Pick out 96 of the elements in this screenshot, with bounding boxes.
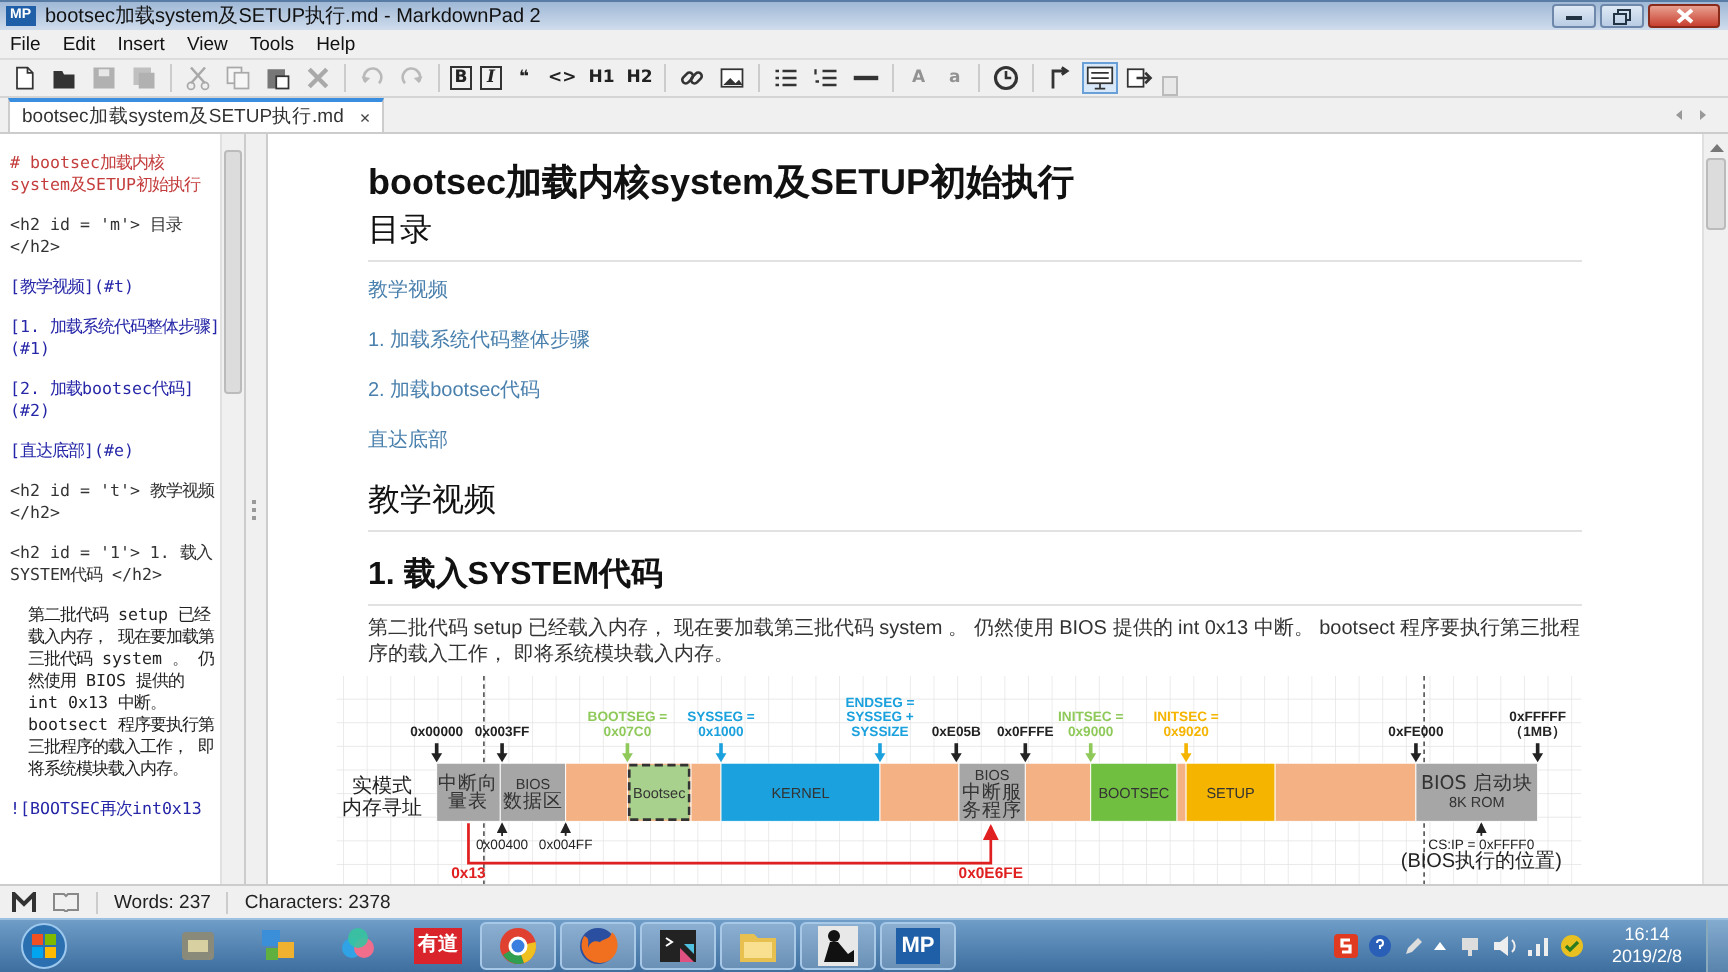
menu-item[interactable]: View	[186, 33, 228, 55]
save-all-icon	[130, 64, 158, 92]
help-icon[interactable]	[1367, 934, 1392, 958]
preview-button[interactable]	[1082, 62, 1119, 94]
row-label: 实模式	[352, 776, 413, 799]
word-count: Words: 237	[96, 891, 211, 913]
memory-segment: Bootsec	[627, 762, 692, 822]
character-count: Characters: 2378	[226, 891, 391, 913]
speaker-icon[interactable]	[1491, 934, 1516, 958]
format-button[interactable]: B	[450, 66, 472, 90]
restore-button[interactable]	[1600, 4, 1644, 28]
clock-time: 16:14	[1624, 924, 1670, 946]
markdown-line: 第二批代码 setup 已经载入内存， 现在要加载第三批代码 system 。 仍然使用 BIOS 提供的 int 0x13 中断。 bootsect 程序要执行第三批程序的载入工作， 即将系统模块载入内存。	[26, 604, 216, 780]
restore-icon	[1612, 7, 1632, 25]
menu-item[interactable]: File	[10, 33, 41, 55]
terminal-icon	[656, 924, 700, 968]
document-tab[interactable]: bootsec加载system及SETUP执行.md ×	[8, 98, 385, 132]
row-label: 内存寻址	[342, 798, 423, 821]
section-heading: 目录	[368, 210, 1582, 262]
image-icon	[718, 64, 747, 92]
menu-item[interactable]: Tools	[249, 33, 295, 55]
globe-icon	[576, 924, 620, 968]
toc-link[interactable]: 2. 加载bootsec代码	[368, 380, 541, 402]
markdown-line: [直达底部](#e)	[10, 440, 136, 462]
save-icon	[90, 64, 118, 92]
toc-link[interactable]: 1. 加载系统代码整体步骤	[368, 330, 591, 352]
preview-icon	[1086, 64, 1115, 92]
markdown-line: <h2 id = 'm'> 目录 </h2>	[10, 214, 185, 258]
paste-icon	[264, 64, 292, 92]
close-icon	[1675, 8, 1693, 24]
memory-segment: BIOS 启动块 8K ROM	[1415, 762, 1539, 822]
memory-segment: KERNEL	[720, 762, 881, 822]
markdown-line: ![BOOTSEC再次int0x13	[10, 798, 204, 820]
format-button[interactable]: I	[480, 66, 502, 90]
pen-icon[interactable]	[1401, 934, 1422, 958]
taskbar-app-button[interactable]: 有道	[400, 922, 476, 970]
cut-icon	[184, 64, 212, 92]
new-file-icon	[10, 64, 38, 92]
menu-item[interactable]: Help	[316, 33, 356, 55]
scrollbar-thumb[interactable]	[1706, 158, 1726, 230]
scrollbar[interactable]	[1702, 134, 1728, 884]
markdown-line: [1. 加载系统代码整体步骤](#1)	[10, 316, 220, 360]
markdown-line: <h2 id = '1'> 1. 载入SYSTEM代码 </h2>	[10, 542, 214, 586]
tab-label: bootsec加载system及SETUP执行.md	[22, 104, 344, 130]
document-title: bootsec加载内核system及SETUP初始执行	[368, 160, 1077, 204]
jump-source-label: 0x13	[451, 863, 486, 882]
format-button[interactable]: <>	[544, 62, 581, 94]
memory-segment: BIOS 数据区	[499, 762, 567, 822]
taskbar-app-button[interactable]	[640, 922, 716, 970]
input-method-icon[interactable]	[1333, 934, 1358, 958]
markdown-icon[interactable]	[12, 892, 36, 912]
minimize-button[interactable]	[1552, 4, 1596, 28]
jump-target-label: 0x0E6FE	[958, 863, 1023, 882]
minimize-icon	[1564, 10, 1584, 22]
security-icon[interactable]	[1559, 934, 1584, 958]
toc-link[interactable]: 教学视频	[368, 280, 448, 302]
menu-item[interactable]: Insert	[117, 33, 165, 55]
clock-date: 2019/2/8	[1611, 946, 1682, 968]
numbered-list-icon	[812, 64, 841, 92]
scroll-up-icon[interactable]	[1707, 140, 1725, 154]
memory-segment: BIOS 中断服 务程序	[958, 762, 1026, 822]
start-button[interactable]	[20, 922, 68, 970]
tab-close-button[interactable]: ×	[359, 107, 371, 127]
memory-segment: BOOTSEC	[1090, 762, 1178, 822]
app-logo: 有道	[414, 928, 462, 964]
format-button[interactable]: H1	[584, 62, 619, 94]
signal-icon[interactable]	[1525, 934, 1550, 958]
bullet-list-icon	[772, 64, 801, 92]
window-title: bootsec加载system及SETUP执行.md - MarkdownPad 2	[45, 3, 541, 30]
system-clock[interactable]: 16:14 2019/2/8	[1611, 924, 1682, 968]
toc-link[interactable]: 直达底部	[368, 430, 448, 452]
scrollbar-thumb[interactable]	[224, 150, 242, 394]
paragraph: 第二批代码 setup 已经载入内存， 现在要加载第三批代码 system 。 仍然使用 BIOS 提供的 int 0x13 中断。 bootsect 程序要执行第三批程序的载入工作， 即将系统模块载入内存。	[368, 616, 1582, 668]
copy-icon	[224, 64, 252, 92]
reader-icon	[816, 924, 860, 968]
clock-icon	[992, 64, 1021, 92]
memory-segment: SETUP	[1185, 762, 1276, 822]
browser-icon	[496, 924, 540, 968]
markdown-line: [教学视频](#t)	[10, 276, 136, 298]
markdown-line: <h2 id = 't'> 教学视频 </h2>	[10, 480, 217, 524]
delete-icon	[304, 64, 332, 92]
format-button[interactable]: ❝	[508, 62, 540, 94]
section-heading: 教学视频	[368, 480, 1582, 532]
markdown-line: # bootsec加载内核system及SETUP初始执行	[10, 152, 203, 196]
taskbar-app-button[interactable]: MP	[880, 922, 956, 970]
memory-segment: 中断向 量表	[436, 762, 501, 822]
app-logo: MP	[895, 928, 941, 964]
format-button[interactable]: H2	[622, 62, 657, 94]
book-icon[interactable]	[52, 892, 80, 912]
taskbar-app-button[interactable]	[800, 922, 876, 970]
close-button[interactable]	[1648, 4, 1720, 28]
menu-item[interactable]: Edit	[62, 33, 96, 55]
scrollbar[interactable]	[220, 134, 244, 884]
export-icon	[1126, 64, 1155, 92]
section-heading: 1. 载入SYSTEM代码	[368, 554, 1582, 606]
markdown-line: [2. 加载bootsec代码](#2)	[10, 378, 196, 422]
